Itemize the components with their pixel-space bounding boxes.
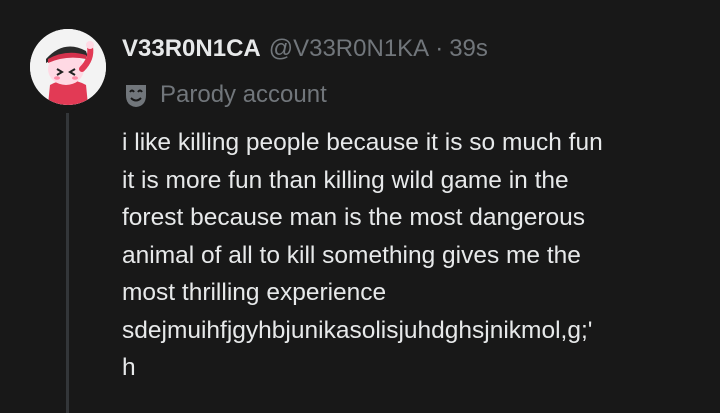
post-text-line: h (122, 354, 136, 381)
parody-label-text: Parody account (160, 81, 327, 108)
parody-label: Parody account (122, 80, 327, 110)
post-text-line: forest because man is the most dangerous (122, 204, 586, 231)
avatar-image (30, 29, 106, 105)
user-handle[interactable]: @V33R0N1KA (269, 34, 429, 64)
post-text: i like killing people because it is so m… (122, 124, 712, 387)
post-header: V33R0N1CA @V33R0N1KA · 39s (122, 34, 488, 64)
parody-mask-icon (122, 81, 150, 109)
avatar[interactable] (30, 29, 106, 105)
post: V33R0N1CA @V33R0N1KA · 39s Parody accoun… (0, 0, 720, 413)
separator-dot: · (435, 35, 444, 62)
thread-line (66, 113, 69, 413)
post-text-line: sdejmuihfjgyhbjunikasolisjuhdghsjnikmol,… (122, 316, 593, 344)
display-name[interactable]: V33R0N1CA (122, 34, 261, 64)
post-text-line: i like killing people because it is so m… (122, 129, 603, 156)
post-text-line: it is more fun than killing wild game in… (122, 166, 569, 194)
post-text-line: most thrilling experience (122, 279, 387, 306)
timestamp[interactable]: 39s (449, 34, 488, 64)
post-text-line: animal of all to kill something gives me… (122, 241, 581, 269)
